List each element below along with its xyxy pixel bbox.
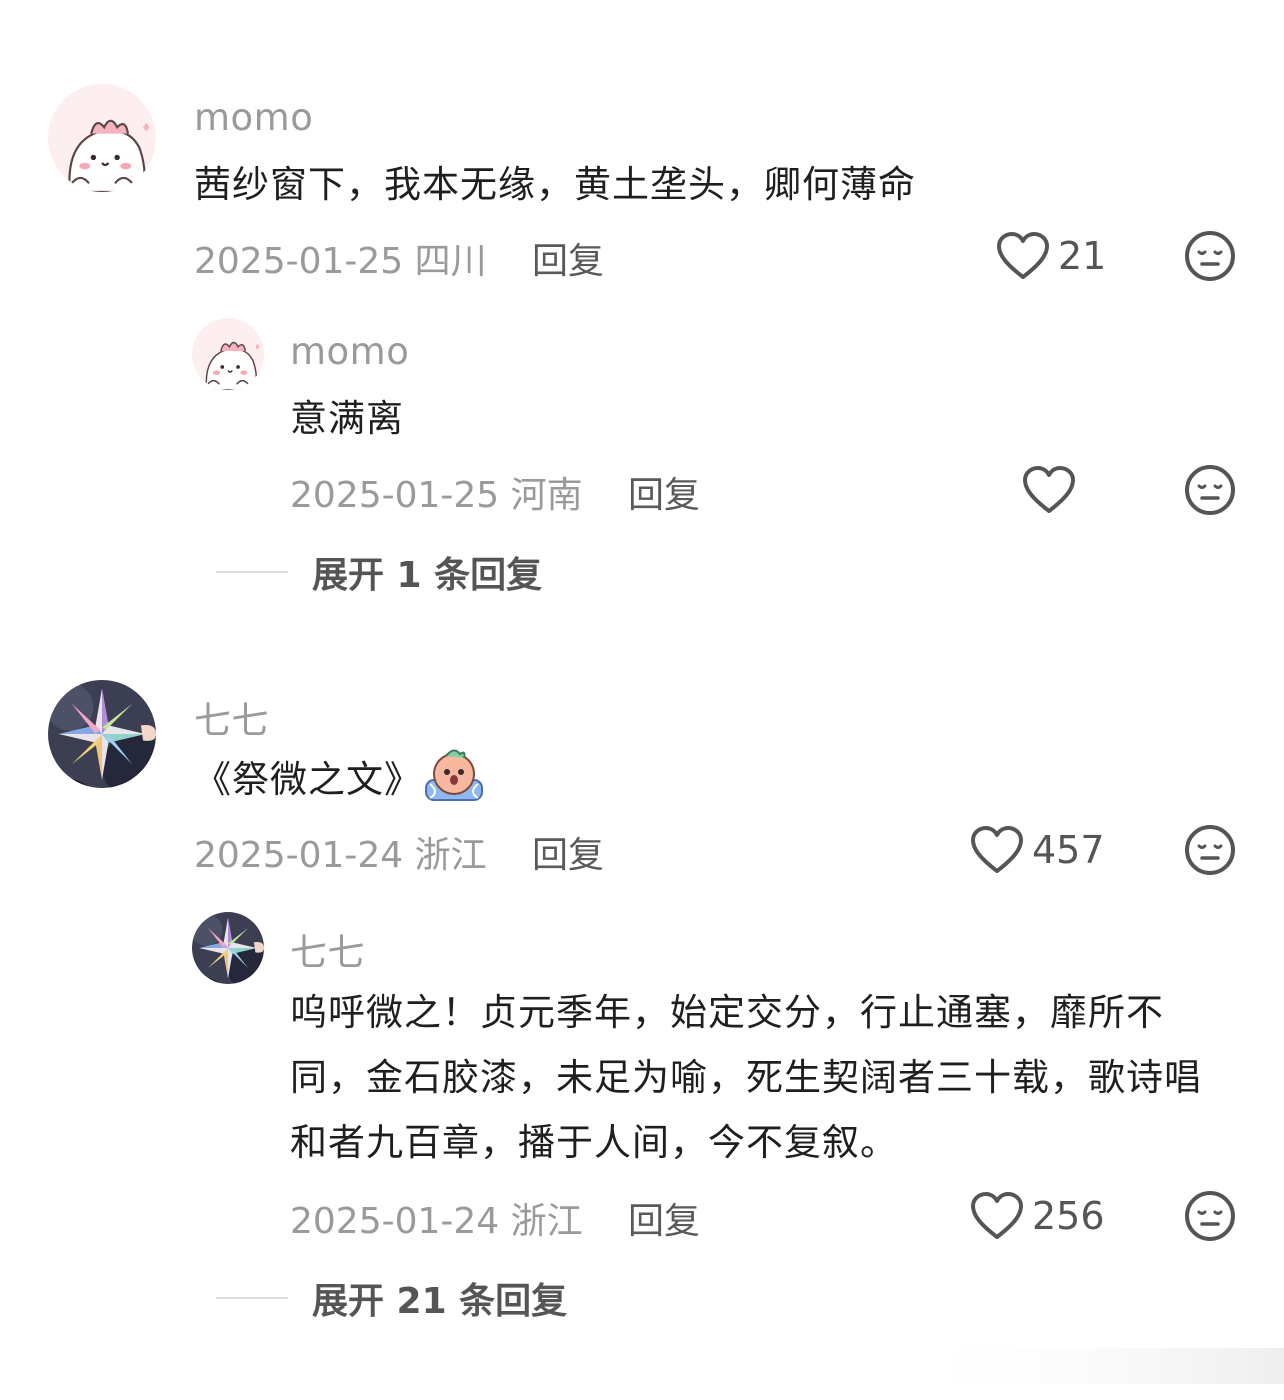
comment-location: 四川 xyxy=(414,241,487,282)
reply-location: 河南 xyxy=(510,475,583,516)
divider-line xyxy=(216,571,288,573)
reply-button[interactable]: 回复 xyxy=(628,466,700,518)
reply-meta: 2025-01-24 浙江 xyxy=(290,1192,583,1244)
reply-date: 2025-01-25 xyxy=(290,475,500,516)
dislike-face-icon[interactable] xyxy=(1184,230,1236,282)
like-button[interactable] xyxy=(1022,460,1084,520)
reply-location: 浙江 xyxy=(510,1201,583,1242)
reply-button[interactable]: 回复 xyxy=(628,1192,700,1244)
dislike-face-icon[interactable] xyxy=(1184,464,1236,516)
like-button[interactable]: 457 xyxy=(970,820,1105,880)
reply-button[interactable]: 回复 xyxy=(532,826,604,878)
like-count: 457 xyxy=(1032,828,1105,872)
comment-author[interactable]: 七七 xyxy=(194,690,269,744)
reply-author[interactable]: 七七 xyxy=(290,922,365,976)
dislike-face-icon[interactable] xyxy=(1184,1190,1236,1242)
heart-icon xyxy=(970,825,1024,875)
comment-date: 2025-01-24 xyxy=(194,835,404,876)
reply-date: 2025-01-24 xyxy=(290,1201,500,1242)
avatar[interactable] xyxy=(192,912,264,984)
reply-button[interactable]: 回复 xyxy=(532,232,604,284)
comment-text-content: 《祭微之文》 xyxy=(194,758,422,801)
comment-text: 《祭微之文》 xyxy=(194,746,1214,812)
divider-line xyxy=(216,1297,288,1299)
heart-icon xyxy=(1022,465,1076,515)
like-count: 256 xyxy=(1032,1194,1105,1238)
like-button[interactable]: 21 xyxy=(996,226,1106,286)
expand-replies-button[interactable]: 展开 21 条回复 xyxy=(216,1272,567,1324)
expand-replies-button[interactable]: 展开 1 条回复 xyxy=(216,546,542,598)
comment-text: 茜纱窗下，我本无缘，黄土垄头，卿何薄命 xyxy=(194,163,916,206)
star-avatar-icon xyxy=(192,912,264,984)
comment-location: 浙江 xyxy=(414,835,487,876)
like-button[interactable]: 256 xyxy=(970,1186,1105,1246)
star-avatar-icon xyxy=(48,680,156,788)
home-indicator-shadow xyxy=(900,1348,1284,1384)
comment-meta: 2025-01-25 四川 xyxy=(194,232,487,284)
comment-date: 2025-01-25 xyxy=(194,241,404,282)
expand-replies-label: 展开 21 条回复 xyxy=(312,1281,568,1322)
avatar[interactable] xyxy=(192,318,264,390)
comment-meta: 2025-01-24 浙江 xyxy=(194,826,487,878)
reply-author[interactable]: momo xyxy=(290,330,409,373)
reply-text: 呜呼微之！贞元季年，始定交分，行止通塞，靡所不同，金石胶漆，未足为喻，死生契阔者… xyxy=(290,991,1202,1164)
like-count: 21 xyxy=(1058,234,1107,278)
reply-meta: 2025-01-25 河南 xyxy=(290,466,583,518)
comment-author[interactable]: momo xyxy=(194,96,313,139)
crying-emoji-icon xyxy=(425,749,483,801)
avatar[interactable] xyxy=(48,680,156,788)
avatar[interactable] xyxy=(48,84,156,192)
heart-icon xyxy=(996,231,1050,281)
dislike-face-icon[interactable] xyxy=(1184,824,1236,876)
heart-icon xyxy=(970,1191,1024,1241)
reply-text: 意满离 xyxy=(290,397,404,440)
pink-dino-avatar-icon xyxy=(48,84,156,192)
expand-replies-label: 展开 1 条回复 xyxy=(312,555,543,596)
pink-dino-avatar-icon xyxy=(192,318,264,390)
